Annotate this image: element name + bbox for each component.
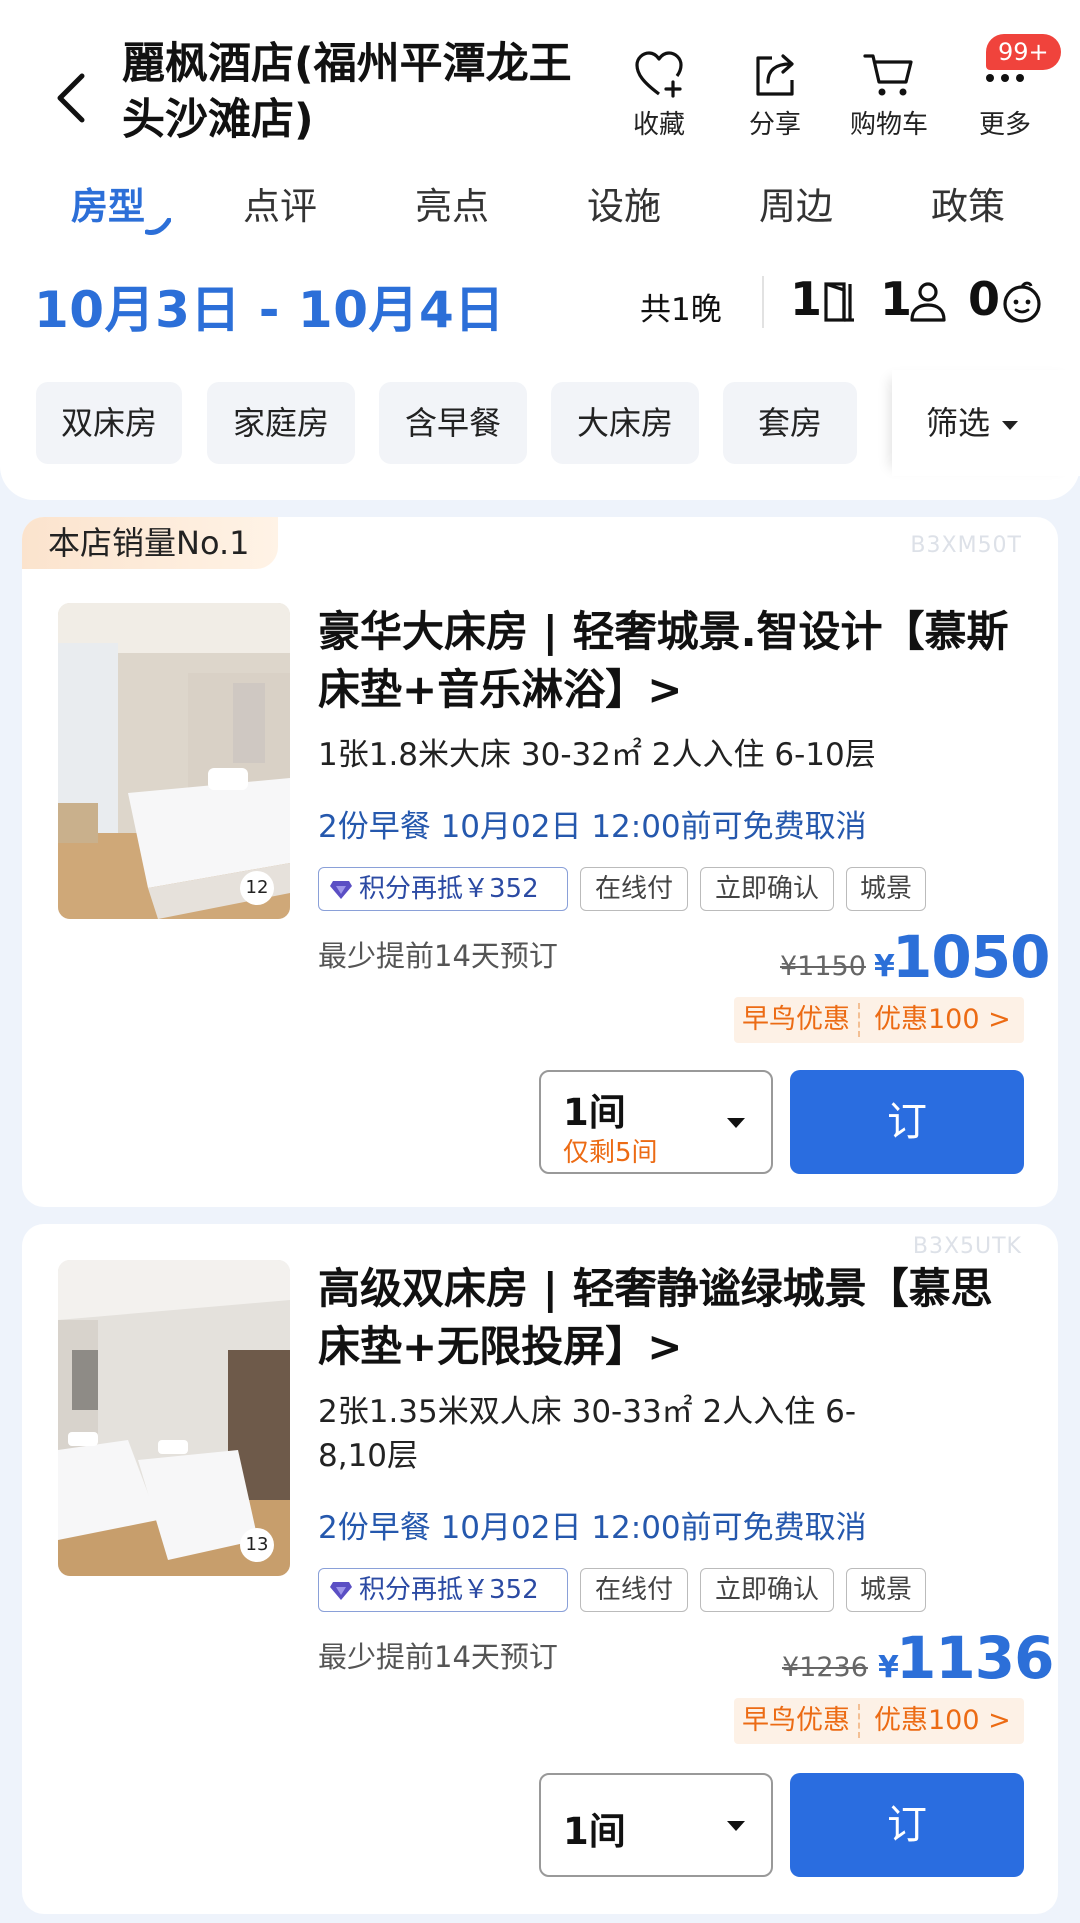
favorite-label: 收藏 (632, 110, 685, 140)
share-button[interactable]: 分享 (720, 50, 830, 141)
points-tag: 积分再抵￥352 (318, 1568, 568, 1612)
watermark-code: B3XM50T (910, 533, 1022, 558)
promo-divider (858, 1704, 860, 1738)
room-info: 1张1.8米大床 30-32㎡ 2人入住 6-10层 (318, 737, 876, 773)
chip-breakfast[interactable]: 含早餐 (379, 382, 527, 464)
chip-family-room[interactable]: 家庭房 (207, 382, 355, 464)
cart-label: 购物车 (849, 110, 928, 140)
quantity-value: 1间 (563, 1810, 626, 1853)
room-photo[interactable]: 13 (58, 1260, 290, 1576)
chip-king-room[interactable]: 大床房 (551, 382, 699, 464)
tag-online-pay: 在线付 (580, 867, 688, 911)
breakfast-cancel-policy: 2份早餐 10月02日 12:00前可免费取消 (318, 809, 867, 845)
points-tag-label: 积分再抵￥352 (359, 1575, 539, 1605)
rooms-count[interactable]: 1 (790, 272, 822, 326)
original-price: ¥1150 (780, 951, 866, 982)
heart-plus-icon (635, 51, 683, 98)
adult-icon (910, 282, 946, 322)
tab-reviews[interactable]: 点评 (200, 176, 360, 230)
share-icon (756, 54, 794, 96)
original-price: ¥1236 (782, 1652, 868, 1683)
filter-label: 筛选 (926, 404, 991, 442)
advance-booking-note: 最少提前14天预订 (318, 939, 558, 973)
discount-label: 优惠100 > (874, 1705, 1011, 1736)
tag-instant-confirm: 立即确认 (700, 867, 834, 911)
nights-count: 共1晚 (640, 292, 722, 328)
room-quantity-select[interactable]: 1间 仅剩5间 (539, 1070, 773, 1174)
photo-count-badge: 13 (240, 1528, 274, 1562)
stay-dates[interactable]: 10月3日 - 10月4日 (34, 270, 505, 342)
sales-rank-badge: 本店销量No.1 (22, 517, 278, 569)
early-bird-label: 早鸟优惠 (742, 1705, 850, 1736)
room-quantity-select[interactable]: 1间 (539, 1773, 773, 1877)
room-photo[interactable]: 12 (58, 603, 290, 919)
dropdown-caret-icon (727, 1821, 745, 1831)
more-label: 更多 (978, 110, 1031, 140)
rooms-remaining: 仅剩5间 (563, 1138, 658, 1168)
photo-count-badge: 12 (240, 871, 274, 905)
diamond-icon (330, 1582, 352, 1600)
current-price: 1050 (892, 923, 1050, 991)
promo-divider (858, 1003, 860, 1037)
book-button[interactable]: 订 (790, 1070, 1024, 1174)
favorite-button[interactable]: 收藏 (604, 50, 714, 141)
tab-highlights[interactable]: 亮点 (372, 176, 532, 230)
tag-online-pay: 在线付 (580, 1568, 688, 1612)
promo-strip[interactable]: 早鸟优惠 优惠100 > (734, 1698, 1024, 1744)
room-title[interactable]: 豪华大床房 | 轻奢城景.智设计【慕斯床垫+音乐淋浴】> (318, 603, 1018, 719)
caret-down-icon (1002, 420, 1019, 430)
breakfast-cancel-policy: 2份早餐 10月02日 12:00前可免费取消 (318, 1510, 867, 1546)
watermark-code: B3X5UTK (912, 1234, 1022, 1259)
tab-nearby[interactable]: 周边 (716, 176, 876, 230)
divider (762, 276, 764, 328)
quantity-value: 1间 (563, 1091, 626, 1134)
header-panel: 麗枫酒店(福州平潭龙王头沙滩店) 收藏 分享 购物车 更多 99+ 房型 点评 … (0, 0, 1080, 500)
filter-button[interactable]: 筛选 (892, 370, 1080, 476)
tab-facilities[interactable]: 设施 (544, 176, 704, 230)
points-tag: 积分再抵￥352 (318, 867, 568, 911)
cart-button[interactable]: 购物车 (834, 50, 944, 141)
child-icon (1003, 281, 1041, 323)
dropdown-caret-icon (727, 1118, 745, 1128)
chip-suite[interactable]: 套房 (723, 382, 857, 464)
tab-policies[interactable]: 政策 (888, 176, 1048, 230)
room-card[interactable]: B3X5UTK 13 高级双床房 | 轻奢静谧绿城景【慕思床垫+无限投屏】> 2… (22, 1224, 1058, 1914)
book-button[interactable]: 订 (790, 1773, 1024, 1877)
room-title[interactable]: 高级双床房 | 轻奢静谧绿城景【慕思床垫+无限投屏】> (318, 1260, 1018, 1376)
promo-strip[interactable]: 早鸟优惠 优惠100 > (734, 997, 1024, 1043)
active-tab-indicator (145, 218, 171, 235)
points-tag-label: 积分再抵￥352 (359, 874, 539, 904)
discount-label: 优惠100 > (874, 1004, 1011, 1035)
diamond-icon (330, 881, 352, 899)
tag-instant-confirm: 立即确认 (700, 1568, 834, 1612)
room-card[interactable]: 本店销量No.1 B3XM50T 12 豪华大床房 | 轻奢城景.智设计【慕斯床… (22, 517, 1058, 1207)
early-bird-label: 早鸟优惠 (742, 1004, 850, 1035)
door-icon (824, 282, 854, 322)
children-count[interactable]: 0 (968, 272, 1000, 326)
advance-booking-note: 最少提前14天预订 (318, 1640, 558, 1674)
cart-icon (863, 54, 913, 96)
hotel-name: 麗枫酒店(福州平潭龙王头沙滩店) (122, 39, 572, 145)
notification-badge: 99+ (986, 34, 1061, 70)
back-arrow-icon[interactable] (52, 68, 92, 128)
section-tabs: 房型 点评 亮点 设施 周边 政策 (0, 176, 1080, 236)
tag-city-view: 城景 (846, 867, 926, 911)
room-info: 2张1.35米双人床 30-33㎡ 2人入住 6-8,10层 (318, 1394, 857, 1474)
share-label: 分享 (748, 110, 801, 140)
current-price: 1136 (896, 1624, 1054, 1692)
chip-twin-room[interactable]: 双床房 (36, 382, 182, 464)
tag-city-view: 城景 (846, 1568, 926, 1612)
